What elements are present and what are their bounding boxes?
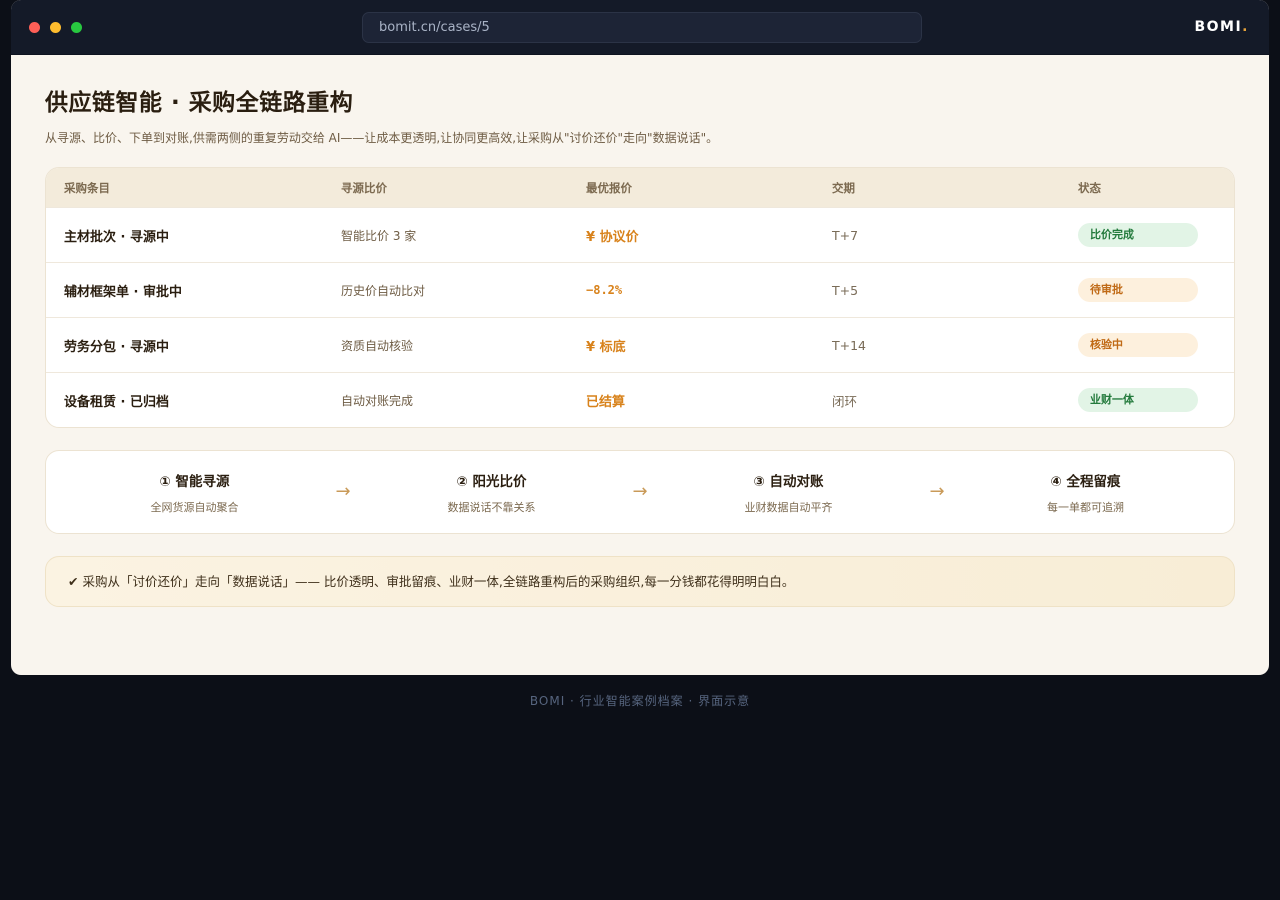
table-row[interactable]: 设备租赁 · 已归档 自动对账完成 已结算 闭环 业财一体 bbox=[46, 372, 1234, 427]
page-title: 供应链智能 · 采购全链路重构 bbox=[45, 90, 354, 116]
status-badge: 待审批 bbox=[1078, 278, 1198, 302]
status-badge: 核验中 bbox=[1078, 333, 1198, 357]
page-footer: BOMI · 行业智能案例档案 · 界面示意 bbox=[529, 694, 751, 708]
column-header-item: 采购条目 bbox=[64, 180, 110, 195]
summary-note: ✔ 采购从「讨价还价」走向「数据说话」—— 比价透明、审批留痕、业财一体,全链路… bbox=[45, 556, 1235, 607]
address-bar[interactable]: bomit.cn/cases/5 bbox=[362, 12, 922, 43]
row-lead-time: T+7 bbox=[832, 227, 859, 243]
status-badge: 比价完成 bbox=[1078, 223, 1198, 247]
flow-step: ② 阳光比价 数据说话不靠关系 bbox=[343, 470, 640, 515]
table-row[interactable]: 劳务分包 · 寻源中 资质自动核验 ¥ 标底 T+14 核验中 bbox=[46, 317, 1234, 372]
row-best-price: ¥ 协议价 bbox=[586, 229, 639, 245]
brand-accent: . bbox=[1242, 19, 1249, 35]
table-header: 采购条目 寻源比价 最优报价 交期 状态 bbox=[46, 168, 1234, 207]
row-best-price: ¥ 标底 bbox=[586, 339, 626, 355]
flow-step-desc: 数据说话不靠关系 bbox=[447, 500, 536, 514]
table-row[interactable]: 主材批次 · 寻源中 智能比价 3 家 ¥ 协议价 T+7 比价完成 bbox=[46, 207, 1234, 262]
flow-step-desc: 全网货源自动聚合 bbox=[150, 500, 239, 514]
row-status-cell: 核验中 bbox=[1078, 333, 1234, 357]
flow-step: ③ 自动对账 业财数据自动平齐 bbox=[640, 470, 937, 515]
flow-step: ① 智能寻源 全网货源自动聚合 bbox=[46, 470, 343, 515]
row-sourcing: 自动对账完成 bbox=[341, 393, 414, 408]
flow-step-title: ③ 自动对账 bbox=[753, 473, 824, 490]
close-window-button[interactable] bbox=[29, 22, 40, 33]
page-subtitle: 从寻源、比价、下单到对账,供需两侧的重复劳动交给 AI——让成本更透明,让协同更… bbox=[45, 131, 719, 145]
flow-step-desc: 业财数据自动平齐 bbox=[744, 500, 833, 514]
row-sourcing: 智能比价 3 家 bbox=[341, 228, 417, 243]
browser-window: bomit.cn/cases/5 BOMI. 供应链智能 · 采购全链路重构 从… bbox=[11, 0, 1269, 675]
flow-step-title: ① 智能寻源 bbox=[159, 473, 230, 490]
row-sourcing: 资质自动核验 bbox=[341, 338, 414, 353]
flow-step-desc: 每一单都可追溯 bbox=[1047, 500, 1124, 514]
brand-name: BOMI bbox=[1194, 19, 1243, 35]
column-header-best-price: 最优报价 bbox=[586, 180, 632, 195]
row-lead-time: T+14 bbox=[832, 337, 867, 353]
brand-logo: BOMI. bbox=[1194, 19, 1249, 35]
row-sourcing: 历史价自动比对 bbox=[341, 283, 426, 298]
flow-step-title: ④ 全程留痕 bbox=[1050, 473, 1121, 490]
table-row[interactable]: 辅材框架单 · 审批中 历史价自动比对 −8.2% T+5 待审批 bbox=[46, 262, 1234, 317]
row-best-price: −8.2% bbox=[586, 283, 623, 297]
row-best-price: 已结算 bbox=[586, 394, 626, 410]
maximize-window-button[interactable] bbox=[71, 22, 82, 33]
flow-step-title: ② 阳光比价 bbox=[456, 473, 527, 490]
row-item-name: 设备租赁 · 已归档 bbox=[64, 394, 169, 410]
arrow-glyph: → bbox=[929, 481, 945, 502]
arrow-glyph: → bbox=[632, 481, 648, 502]
process-flow: ① 智能寻源 全网货源自动聚合 → ② 阳光比价 数据说话不靠关系 → ③ 自动… bbox=[45, 450, 1235, 534]
column-header-lead-time: 交期 bbox=[832, 180, 855, 195]
row-item-name: 主材批次 · 寻源中 bbox=[64, 229, 169, 245]
row-status-cell: 业财一体 bbox=[1078, 388, 1234, 412]
row-lead-time: T+5 bbox=[832, 282, 859, 298]
status-badge: 业财一体 bbox=[1078, 388, 1198, 412]
procurement-table: 采购条目 寻源比价 最优报价 交期 状态 主材批次 · 寻源中 智能比价 3 家… bbox=[45, 167, 1235, 428]
minimize-window-button[interactable] bbox=[50, 22, 61, 33]
column-header-sourcing: 寻源比价 bbox=[341, 180, 387, 195]
arrow-glyph: → bbox=[335, 481, 351, 502]
row-lead-time: 闭环 bbox=[832, 393, 858, 409]
title-bar: bomit.cn/cases/5 BOMI. bbox=[11, 0, 1269, 55]
row-item-name: 劳务分包 · 寻源中 bbox=[64, 339, 169, 355]
row-status-cell: 比价完成 bbox=[1078, 223, 1234, 247]
flow-step: ④ 全程留痕 每一单都可追溯 bbox=[937, 470, 1234, 515]
main-content: 供应链智能 · 采购全链路重构 从寻源、比价、下单到对账,供需两侧的重复劳动交给… bbox=[11, 83, 1269, 607]
column-header-status: 状态 bbox=[1078, 180, 1101, 195]
row-status-cell: 待审批 bbox=[1078, 278, 1234, 302]
row-item-name: 辅材框架单 · 审批中 bbox=[64, 284, 182, 300]
